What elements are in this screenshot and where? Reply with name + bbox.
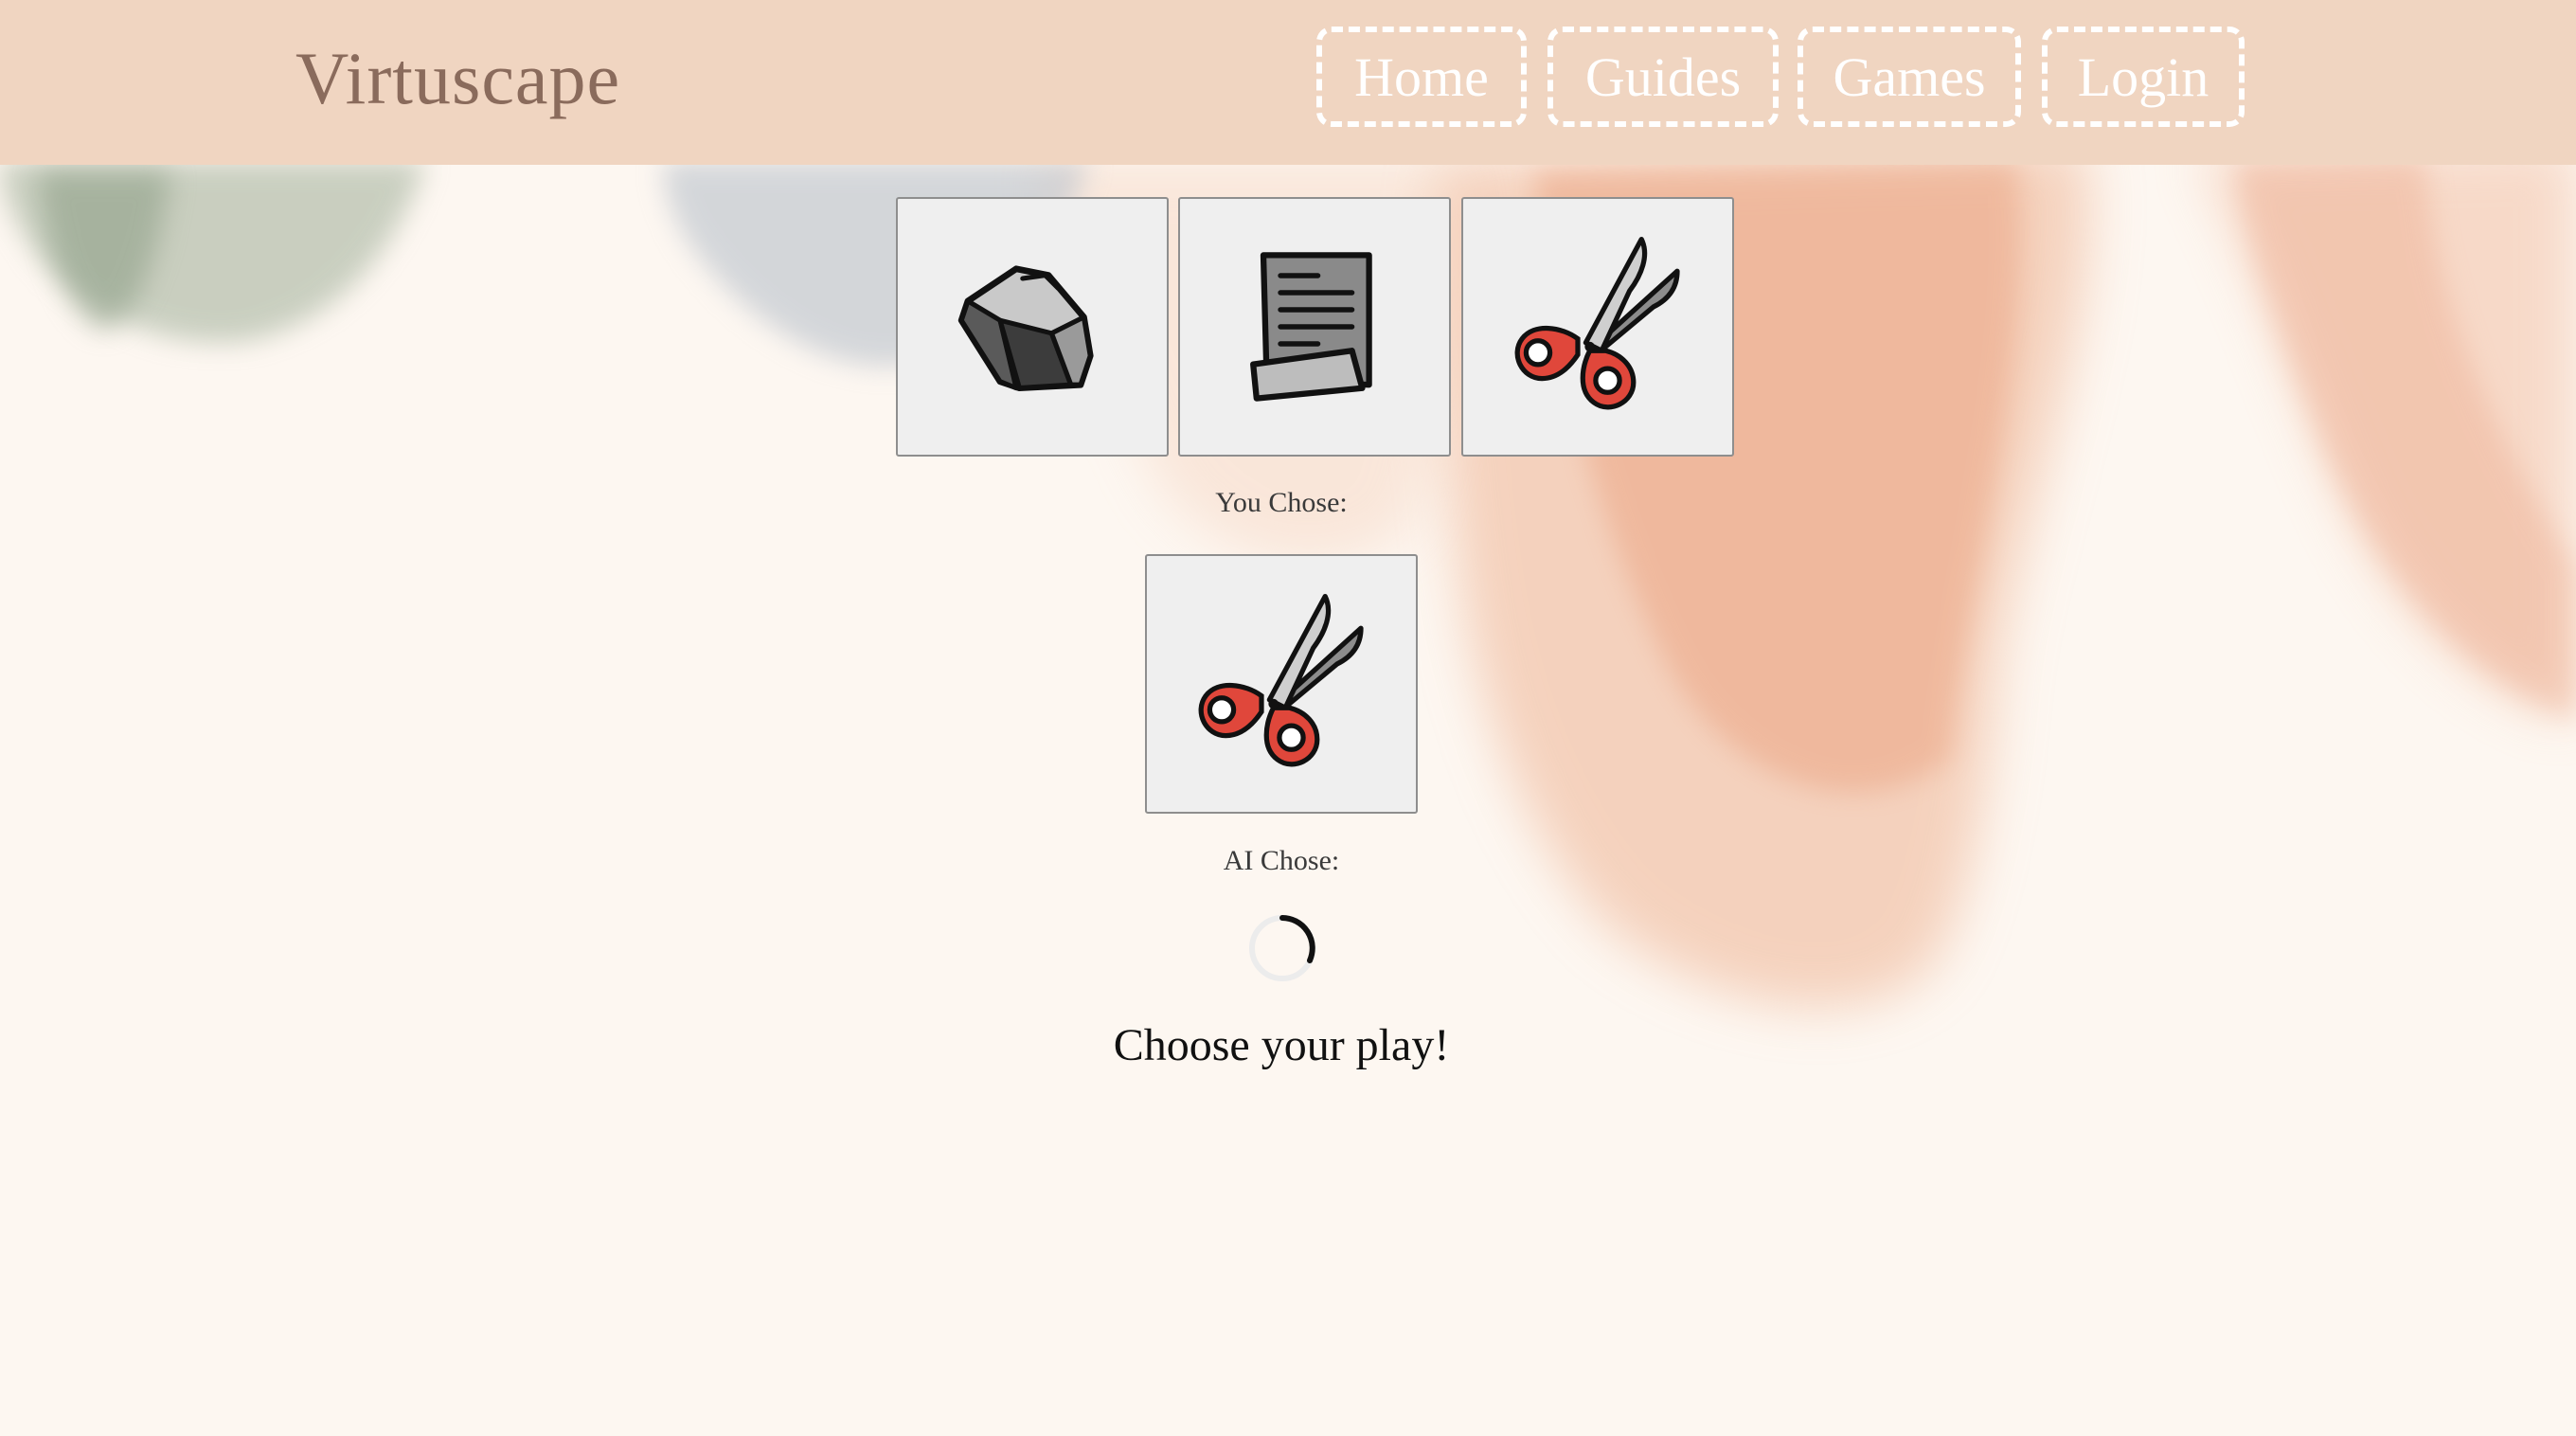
player-choice-display [1145, 554, 1418, 814]
game-status-prompt: Choose your play! [1113, 1020, 1450, 1070]
scissors-icon [1198, 593, 1364, 767]
scissors-icon [1514, 236, 1680, 410]
paper-icon [1250, 252, 1372, 402]
nav-games-button[interactable]: Games [1798, 27, 2021, 127]
brand-logo[interactable]: Virtuscape [295, 36, 620, 121]
scissors-choice-button[interactable] [1461, 197, 1734, 457]
loading-spinner-icon [1249, 915, 1315, 981]
paper-choice-button[interactable] [1178, 197, 1451, 457]
rock-choice-button[interactable] [896, 197, 1169, 457]
rock-icon [957, 265, 1094, 391]
site-header: Virtuscape Home Guides Games Login [0, 0, 2576, 165]
ai-chose-label: AI Chose: [1223, 845, 1340, 876]
you-chose-label: You Chose: [1215, 487, 1348, 518]
nav-home-button[interactable]: Home [1316, 27, 1527, 127]
nav-guides-button[interactable]: Guides [1547, 27, 1779, 127]
nav-login-button[interactable]: Login [2042, 27, 2245, 127]
